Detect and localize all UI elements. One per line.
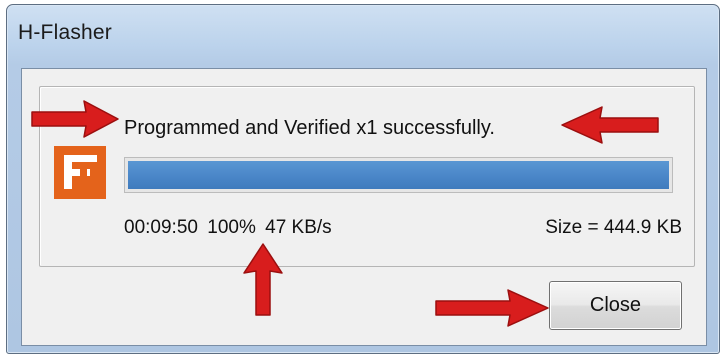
status-message: Programmed and Verified x1 successfully. [124,117,495,139]
percent-complete: 100% [207,217,256,238]
red-arrow-icon [243,243,283,316]
progress-bar-fill [128,161,669,189]
file-size: Size = 444.9 KB [545,217,682,238]
transfer-stats: 00:09:50 100% 47 KB/s [124,217,336,239]
window-title: H-Flasher [18,21,112,44]
dialog-window: H-Flasher Programmed and Verified x1 suc… [6,4,720,354]
red-arrow-icon [561,106,659,144]
red-arrow-icon [435,289,549,327]
close-button[interactable]: Close [549,281,682,330]
progress-bar [124,157,673,193]
h-flasher-logo-icon [54,146,106,199]
red-arrow-icon [31,100,119,138]
transfer-rate: 47 KB/s [265,217,332,238]
elapsed-time: 00:09:50 [124,217,198,238]
